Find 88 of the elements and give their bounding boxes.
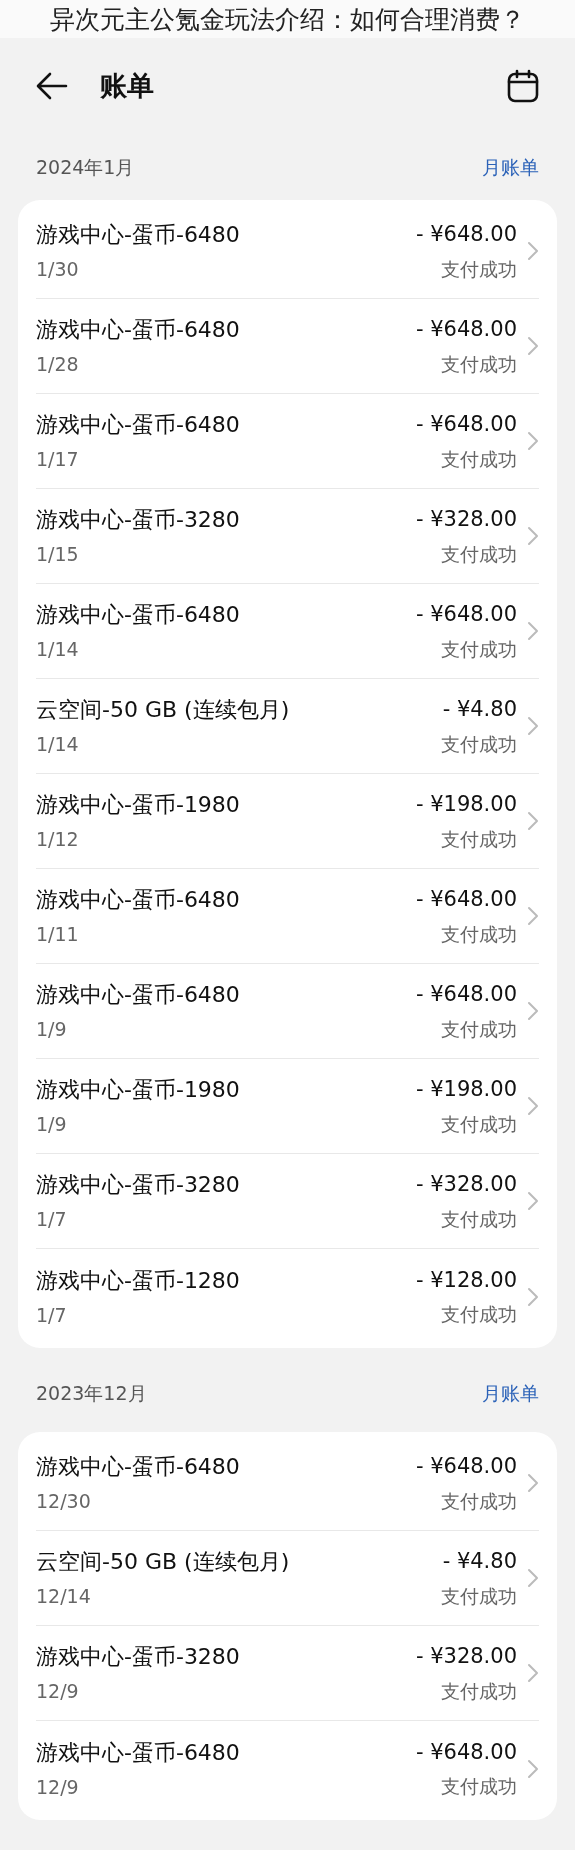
bill-amount: - ¥648.00 <box>415 1453 517 1480</box>
bill-amount: - ¥128.00 <box>415 1266 517 1294</box>
bill-date: 1/11 <box>36 922 80 948</box>
bill-date: 12/9 <box>36 1679 80 1705</box>
bill-date: 1/7 <box>36 1302 68 1328</box>
bill-date: 1/28 <box>36 352 80 378</box>
bill-amount: - ¥648.00 <box>415 981 517 1008</box>
bill-date: 1/9 <box>36 1112 68 1138</box>
payment-status: 支付成功 <box>441 636 517 662</box>
payment-status: 支付成功 <box>441 826 517 852</box>
bill-amount: - ¥648.00 <box>415 886 517 913</box>
payment-status: 支付成功 <box>441 731 517 757</box>
chevron-right-icon[interactable] <box>527 1191 539 1211</box>
chevron-right-icon[interactable] <box>527 1286 539 1307</box>
bill-date: 12/14 <box>36 1584 92 1610</box>
chevron-right-icon[interactable] <box>527 811 539 831</box>
bill-title: 游戏中心-蛋币-6480 <box>36 886 240 915</box>
payment-status: 支付成功 <box>441 1678 517 1704</box>
chevron-right-icon[interactable] <box>527 906 539 926</box>
bill-title: 游戏中心-蛋币-3280 <box>36 1643 240 1672</box>
bill-amount: - ¥198.00 <box>415 791 517 818</box>
bill-date: 1/12 <box>36 827 80 853</box>
bill-amount: - ¥328.00 <box>415 1171 517 1198</box>
bill-date: 1/14 <box>36 732 80 758</box>
payment-status: 支付成功 <box>441 256 517 282</box>
payment-status: 支付成功 <box>441 1302 517 1327</box>
bill-amount: - ¥648.00 <box>415 221 517 248</box>
bill-title: 游戏中心-蛋币-6480 <box>36 316 240 345</box>
bill-title: 游戏中心-蛋币-1280 <box>36 1266 240 1295</box>
bill-title: 游戏中心-蛋币-1980 <box>36 791 240 820</box>
chevron-right-icon[interactable] <box>527 1096 539 1116</box>
chevron-right-icon[interactable] <box>527 621 539 641</box>
bill-date: 12/9 <box>36 1774 80 1800</box>
bill-title: 游戏中心-蛋币-3280 <box>36 1171 240 1200</box>
back-icon[interactable] <box>36 72 68 100</box>
bill-date: 1/7 <box>36 1207 68 1233</box>
calendar-icon[interactable] <box>507 69 539 103</box>
bill-date: 1/17 <box>36 447 80 473</box>
bill-amount: - ¥648.00 <box>415 316 517 343</box>
bill-amount: - ¥4.80 <box>442 1548 517 1575</box>
chevron-right-icon[interactable] <box>527 1473 539 1493</box>
chevron-right-icon[interactable] <box>527 1568 539 1588</box>
payment-status: 支付成功 <box>441 1206 517 1232</box>
chevron-right-icon[interactable] <box>527 336 539 356</box>
payment-status: 支付成功 <box>441 351 517 377</box>
bill-date: 1/30 <box>36 257 80 283</box>
bill-date: 1/9 <box>36 1017 68 1043</box>
bill-amount: - ¥328.00 <box>415 506 517 533</box>
bill-date: 1/15 <box>36 542 80 568</box>
monthly-bill-link[interactable]: 月账单 <box>482 1378 539 1408</box>
chevron-right-icon[interactable] <box>527 1758 539 1779</box>
payment-status: 支付成功 <box>441 921 517 947</box>
chevron-right-icon[interactable] <box>527 1663 539 1683</box>
payment-status: 支付成功 <box>441 1488 517 1514</box>
bill-title: 游戏中心-蛋币-6480 <box>36 601 240 630</box>
bill-title: 云空间-50 GB (连续包月) <box>36 696 290 725</box>
payment-status: 支付成功 <box>441 1016 517 1042</box>
bill-title: 云空间-50 GB (连续包月) <box>36 1548 290 1577</box>
chevron-right-icon[interactable] <box>527 1001 539 1021</box>
bill-title: 游戏中心-蛋币-1980 <box>36 1076 240 1105</box>
payment-status: 支付成功 <box>441 1583 517 1609</box>
bill-title: 游戏中心-蛋币-6480 <box>36 221 240 250</box>
bill-amount: - ¥648.00 <box>415 601 517 628</box>
bill-title: 游戏中心-蛋币-6480 <box>36 981 240 1010</box>
payment-status: 支付成功 <box>441 541 517 567</box>
month-heading: 2023年12月 <box>36 1380 147 1406</box>
monthly-bill-link[interactable]: 月账单 <box>482 152 539 182</box>
bill-title: 游戏中心-蛋币-6480 <box>36 411 240 440</box>
payment-status: 支付成功 <box>441 1111 517 1137</box>
caption-text: 异次元主公氪金玩法介绍：如何合理消费？ <box>50 6 525 32</box>
bill-date: 12/30 <box>36 1489 92 1515</box>
bill-amount: - ¥4.80 <box>442 696 517 723</box>
bill-title: 游戏中心-蛋币-6480 <box>36 1453 240 1482</box>
bill-amount: - ¥648.00 <box>415 1738 517 1766</box>
bill-amount: - ¥198.00 <box>415 1076 517 1103</box>
payment-status: 支付成功 <box>441 1774 517 1799</box>
bill-date: 1/14 <box>36 637 80 663</box>
month-heading: 2024年1月 <box>36 154 135 180</box>
page-title: 账单 <box>100 68 154 103</box>
chevron-right-icon[interactable] <box>527 526 539 546</box>
payment-status: 支付成功 <box>441 446 517 472</box>
bill-amount: - ¥648.00 <box>415 411 517 438</box>
chevron-right-icon[interactable] <box>527 431 539 451</box>
bill-title: 游戏中心-蛋币-6480 <box>36 1738 240 1767</box>
bill-title: 游戏中心-蛋币-3280 <box>36 506 240 535</box>
bill-amount: - ¥328.00 <box>415 1643 517 1670</box>
chevron-right-icon[interactable] <box>527 241 539 261</box>
chevron-right-icon[interactable] <box>527 716 539 736</box>
